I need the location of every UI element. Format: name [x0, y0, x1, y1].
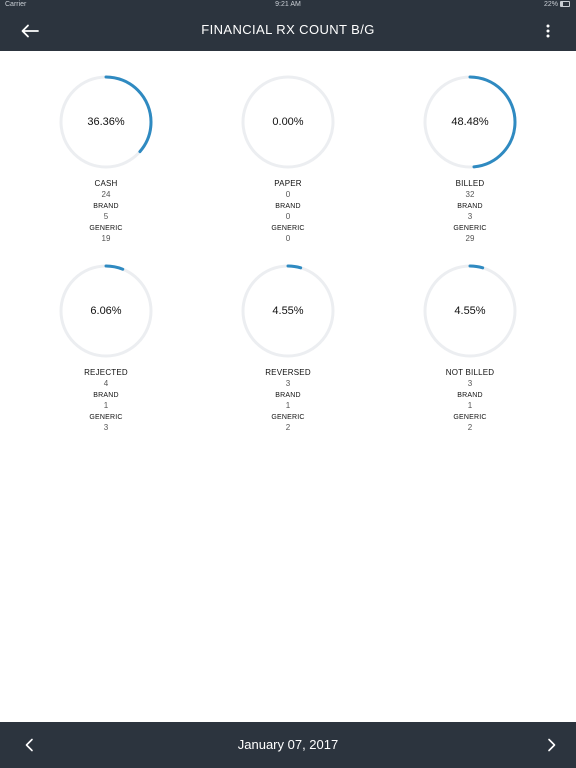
percent-value: 48.48% [451, 116, 489, 128]
progress-ring: 6.06% [56, 261, 156, 361]
battery-icon [560, 1, 570, 8]
category-label: BILLED [455, 179, 485, 188]
more-vertical-icon [546, 24, 550, 38]
generic-label: GENERIC [271, 225, 305, 232]
stat-card: 4.55% REVERSED 3 BRAND 1 GENERIC 2 [197, 255, 379, 432]
brand-label: BRAND [93, 392, 119, 399]
total-count: 32 [465, 190, 475, 199]
stat-card: 6.06% REJECTED 4 BRAND 1 GENERIC 3 [15, 255, 197, 432]
percent-value: 4.55% [272, 305, 304, 317]
brand-count: 1 [103, 401, 109, 410]
category-label: NOT BILLED [445, 368, 495, 377]
header-bar: FINANCIAL RX COUNT B/G [0, 11, 576, 51]
brand-count: 3 [467, 212, 473, 221]
progress-ring: 4.55% [238, 261, 338, 361]
stat-card: 4.55% NOT BILLED 3 BRAND 1 GENERIC 2 [379, 255, 561, 432]
brand-count: 1 [467, 401, 473, 410]
generic-count: 0 [285, 234, 291, 243]
category-label: REVERSED [265, 368, 311, 377]
percent-value: 4.55% [454, 305, 486, 317]
next-day-button[interactable] [537, 730, 567, 760]
stats-grid: 36.36% CASH 24 BRAND 5 GENERIC 19 0.00% PAPER 0 BR… [15, 66, 561, 432]
status-bar: Carrier 9:21 AM 22% [0, 0, 576, 11]
generic-label: GENERIC [89, 225, 123, 232]
chevron-right-icon [548, 738, 556, 752]
total-count: 24 [101, 190, 111, 199]
percent-value: 6.06% [90, 305, 122, 317]
brand-label: BRAND [275, 392, 301, 399]
date-navigator: January 07, 2017 [0, 722, 576, 768]
category-label: PAPER [274, 179, 302, 188]
category-label: REJECTED [84, 368, 128, 377]
brand-label: BRAND [93, 203, 119, 210]
total-count: 3 [285, 379, 291, 388]
progress-ring: 4.55% [420, 261, 520, 361]
generic-count: 29 [465, 234, 475, 243]
generic-count: 19 [101, 234, 111, 243]
progress-ring: 0.00% [238, 72, 338, 172]
current-date: January 07, 2017 [237, 737, 339, 752]
more-menu-button[interactable] [536, 18, 560, 44]
percent-value: 0.00% [272, 116, 304, 128]
percent-value: 36.36% [87, 116, 125, 128]
battery-indicator: 22% [544, 1, 570, 8]
stat-card: 48.48% BILLED 32 BRAND 3 GENERIC 29 [379, 66, 561, 243]
brand-label: BRAND [457, 203, 483, 210]
brand-label: BRAND [275, 203, 301, 210]
brand-label: BRAND [457, 392, 483, 399]
generic-label: GENERIC [271, 414, 305, 421]
generic-count: 2 [285, 423, 291, 432]
generic-label: GENERIC [453, 414, 487, 421]
stat-card: 36.36% CASH 24 BRAND 5 GENERIC 19 [15, 66, 197, 243]
brand-count: 5 [103, 212, 109, 221]
total-count: 4 [103, 379, 109, 388]
battery-percent: 22% [543, 1, 558, 8]
generic-label: GENERIC [453, 225, 487, 232]
generic-count: 2 [467, 423, 473, 432]
total-count: 3 [467, 379, 473, 388]
total-count: 0 [285, 190, 291, 199]
brand-count: 0 [285, 212, 291, 221]
stat-card: 0.00% PAPER 0 BRAND 0 GENERIC 0 [197, 66, 379, 243]
brand-count: 1 [285, 401, 291, 410]
category-label: CASH [94, 179, 118, 188]
generic-label: GENERIC [89, 414, 123, 421]
generic-count: 3 [103, 423, 109, 432]
page-title: FINANCIAL RX COUNT B/G [201, 22, 375, 37]
progress-ring: 36.36% [56, 72, 156, 172]
clock: 9:21 AM [275, 1, 301, 8]
progress-ring: 48.48% [420, 72, 520, 172]
